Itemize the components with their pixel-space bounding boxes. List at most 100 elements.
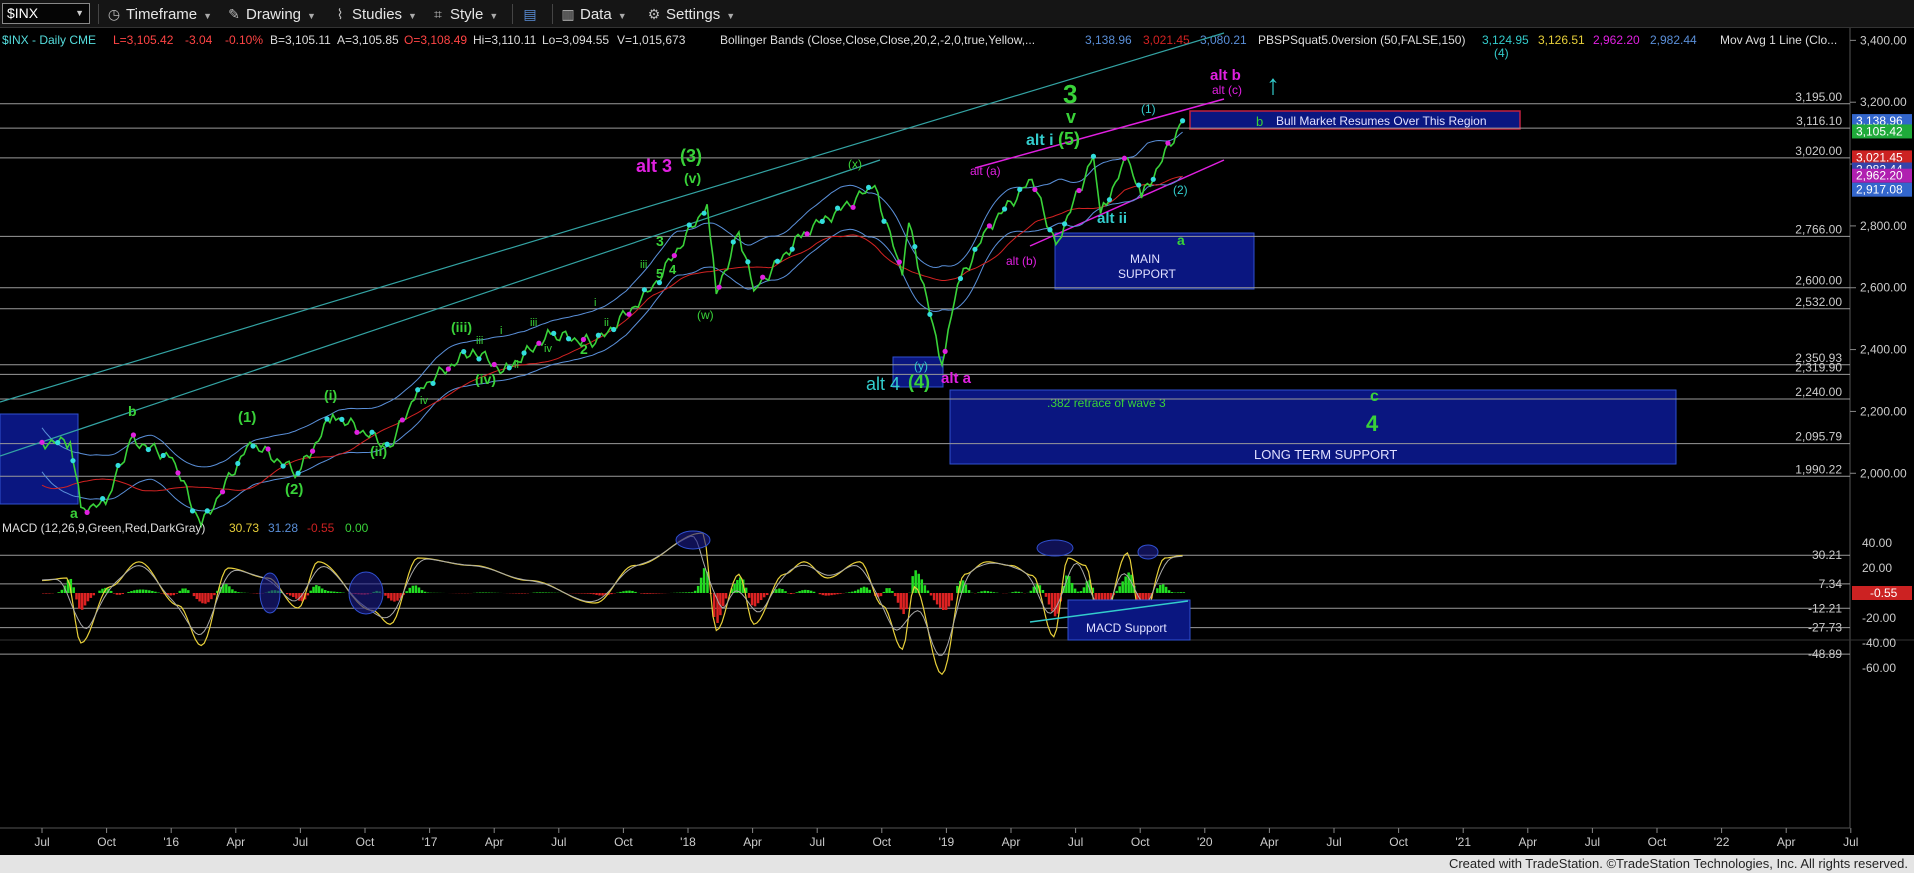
pbs-marker — [745, 259, 751, 265]
price-tick-label: 2,600.00 — [1860, 281, 1907, 295]
macd-histogram-bar — [885, 588, 888, 593]
macd-histogram-bar — [109, 590, 113, 593]
time-tick-label: Apr — [485, 835, 504, 849]
pbs-marker — [641, 287, 647, 293]
macd-histogram-bar — [112, 593, 116, 594]
macd-histogram-bar — [634, 591, 637, 593]
macd-histogram-bar — [1094, 593, 1098, 600]
macd-histogram-bar — [89, 593, 93, 598]
macd-histogram-bar — [681, 592, 685, 593]
time-tick-label: Jul — [551, 835, 566, 849]
macd-histogram-bar — [628, 590, 631, 593]
macd-histogram-bar — [929, 593, 933, 596]
time-tick-label: '20 — [1197, 835, 1213, 849]
macd-histogram-bar — [699, 577, 703, 593]
wave-4-paren-low-label: (4) — [908, 372, 930, 392]
macd-histogram-bar — [339, 592, 342, 593]
wave-b-label: b — [1256, 114, 1263, 129]
macd-histogram-bar — [1167, 590, 1171, 593]
macd-histogram-bar — [980, 591, 983, 593]
macd-histogram-bar — [914, 570, 917, 593]
price-flag-label: 3,105.42 — [1856, 124, 1903, 138]
macd-histogram-bar — [891, 590, 894, 593]
timeframe-button[interactable]: ◷ Timeframe ▼ — [106, 4, 212, 24]
pbs-marker — [611, 326, 617, 333]
macd-histogram-bar — [228, 586, 231, 593]
low-price: Lo=3,094.55 — [542, 33, 609, 47]
macd-histogram-bar — [175, 593, 179, 594]
pbs-marker — [1032, 186, 1038, 193]
main-support-label-1: MAIN — [1130, 252, 1160, 266]
macd-histogram-bar — [1014, 591, 1017, 593]
chevron-down-icon[interactable]: ▼ — [75, 4, 84, 23]
macd-ellipse-4 — [1036, 539, 1074, 557]
macd-histogram-bar — [411, 585, 415, 593]
time-tick-label: Oct — [97, 835, 116, 849]
wave-x-paren-label: (x) — [848, 157, 862, 171]
pbs-marker — [189, 508, 196, 514]
macd-histogram-bar — [989, 591, 993, 593]
settings-button[interactable]: ⚙ Settings ▼ — [646, 4, 735, 24]
wave-small-3-label: 3 — [656, 233, 664, 249]
toolbar-separator — [98, 4, 99, 24]
macd-histogram-bar — [115, 593, 119, 595]
pbs-marker — [819, 218, 825, 224]
bollinger-value-1: 3,138.96 — [1085, 33, 1132, 47]
studies-button[interactable]: ⌇ Studies ▼ — [332, 4, 417, 24]
symbol-input[interactable]: $INX ▼ — [2, 3, 90, 24]
high-price: Hi=3,110.11 — [473, 33, 537, 47]
macd-histogram-bar — [865, 587, 869, 593]
macd-histogram-bar — [127, 591, 130, 593]
wave-5-paren-label: (5) — [1058, 129, 1080, 149]
macd-histogram-bar — [750, 593, 754, 606]
macd-histogram-bar — [830, 593, 833, 596]
time-axis[interactable]: Jul Oct '16 Apr Jul Oct '17 Apr Jul Oct '18 Apr Jul O… — [34, 828, 1858, 849]
price-tick-label: 3,200.00 — [1860, 95, 1907, 109]
drawing-button[interactable]: ✎ Drawing ▼ — [226, 4, 316, 24]
pbs-marker — [986, 223, 993, 229]
wave-ii-small-label: ii — [604, 317, 609, 329]
macd-histogram-bar — [759, 593, 763, 601]
macd-tick-label: 20.00 — [1862, 561, 1892, 575]
pbs-value-2: 3,126.51 — [1538, 33, 1585, 47]
pbs-marker — [701, 210, 707, 216]
alt-i-label: alt i — [1026, 132, 1054, 149]
pbs-marker — [415, 387, 421, 393]
macd-histogram-bar — [541, 592, 544, 593]
main-support-label-2: SUPPORT — [1118, 267, 1176, 281]
pbs-marker — [716, 284, 722, 290]
style-button[interactable]: ⌗ Style ▼ — [430, 4, 498, 24]
wave-a-green-label: a — [70, 505, 78, 521]
macd-histogram-bar — [583, 593, 586, 594]
time-tick-label: Apr — [1518, 835, 1537, 849]
macd-histogram-bar — [1115, 590, 1118, 593]
macd-histogram-bar — [187, 590, 190, 593]
pbs-marker — [175, 470, 181, 476]
macd-histogram-bar — [225, 584, 228, 593]
pbs-marker — [595, 332, 601, 338]
macd-histogram-bar — [753, 593, 757, 607]
macd-histogram-bar — [1118, 586, 1121, 593]
macd-histogram-bar — [201, 593, 204, 604]
layout-button[interactable]: ▤ — [522, 4, 542, 24]
price-flags: 3,138.963,105.423,021.452,982.442,962.20… — [1852, 114, 1912, 197]
macd-histogram-bar — [905, 593, 908, 610]
ask-price: A=3,105.85 — [337, 33, 399, 47]
pbs-marker — [506, 365, 512, 371]
data-button[interactable]: ▥ Data ▼ — [560, 4, 626, 24]
macd-histogram-bar — [836, 593, 839, 595]
macd-histogram-bar — [320, 588, 324, 593]
macd-histogram-bar — [1067, 576, 1071, 593]
macd-histogram-bar — [1121, 581, 1124, 593]
pbs-marker — [160, 452, 166, 459]
wave-4-big-label: 4 — [1366, 411, 1379, 436]
macd-histogram-bar — [756, 593, 760, 604]
macd-histogram-bar — [967, 590, 971, 593]
time-tick-label: Oct — [872, 835, 891, 849]
pbs-marker — [430, 380, 436, 386]
macd-histogram-bar — [1044, 593, 1048, 597]
chart-area[interactable]: $INX - Daily CME L=3,105.42 -3.04 -0.10%… — [0, 28, 1914, 855]
pbs-marker — [99, 496, 106, 502]
level-label: 2,095.79 — [1795, 430, 1842, 444]
pbs-marker — [942, 348, 948, 354]
